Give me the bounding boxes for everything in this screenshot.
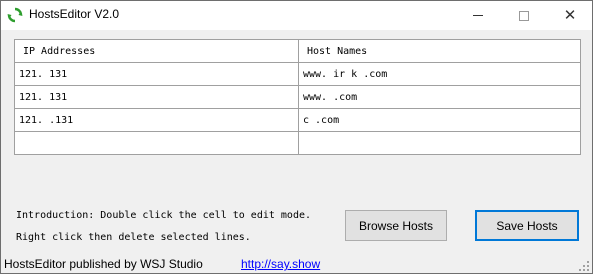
host-cell[interactable]: www. .com	[299, 86, 580, 109]
grid-header-row: IP Addresses Host Names	[15, 40, 580, 63]
table-row-new[interactable]	[15, 132, 580, 155]
introduction-line-1: Introduction: Double click the cell to e…	[16, 210, 312, 221]
minimize-button[interactable]	[455, 1, 501, 30]
refresh-arrows-icon	[7, 7, 23, 23]
host-cell[interactable]: c .com	[299, 109, 580, 132]
close-button[interactable]: ✕	[547, 1, 593, 30]
ip-cell[interactable]	[15, 132, 299, 155]
column-header-host[interactable]: Host Names	[299, 40, 580, 63]
introduction-line-2: Right click then delete selected lines.	[16, 232, 251, 243]
host-cell[interactable]	[299, 132, 580, 155]
minimize-icon	[473, 15, 483, 16]
window-title: HostsEditor V2.0	[29, 7, 120, 21]
status-bar: HostsEditor published by WSJ Studio http…	[1, 252, 592, 273]
hosts-grid[interactable]: IP Addresses Host Names 121. 131 www. ir…	[14, 39, 581, 155]
maximize-button[interactable]	[501, 1, 547, 30]
table-row[interactable]: 121. 131 www. .com	[15, 86, 580, 109]
resize-grip-icon[interactable]	[579, 260, 589, 271]
ip-cell[interactable]: 121. 131	[15, 86, 299, 109]
ip-cell[interactable]: 121. .131	[15, 109, 299, 132]
column-header-ip[interactable]: IP Addresses	[15, 40, 299, 63]
maximize-icon	[519, 10, 529, 21]
ip-cell[interactable]: 121. 131	[15, 63, 299, 86]
table-row[interactable]: 121. .131 c .com	[15, 109, 580, 132]
website-link[interactable]: http://say.show	[241, 257, 320, 271]
table-row[interactable]: 121. 131 www. ir k .com	[15, 63, 580, 86]
title-bar[interactable]: HostsEditor V2.0 ✕	[1, 1, 592, 30]
hosts-editor-window: HostsEditor V2.0 ✕ IP Addresses Host Nam…	[0, 0, 593, 274]
close-icon: ✕	[563, 6, 577, 24]
save-hosts-button[interactable]: Save Hosts	[475, 210, 579, 241]
browse-hosts-button[interactable]: Browse Hosts	[345, 210, 447, 241]
host-cell[interactable]: www. ir k .com	[299, 63, 580, 86]
status-text: HostsEditor published by WSJ Studio	[4, 257, 203, 271]
